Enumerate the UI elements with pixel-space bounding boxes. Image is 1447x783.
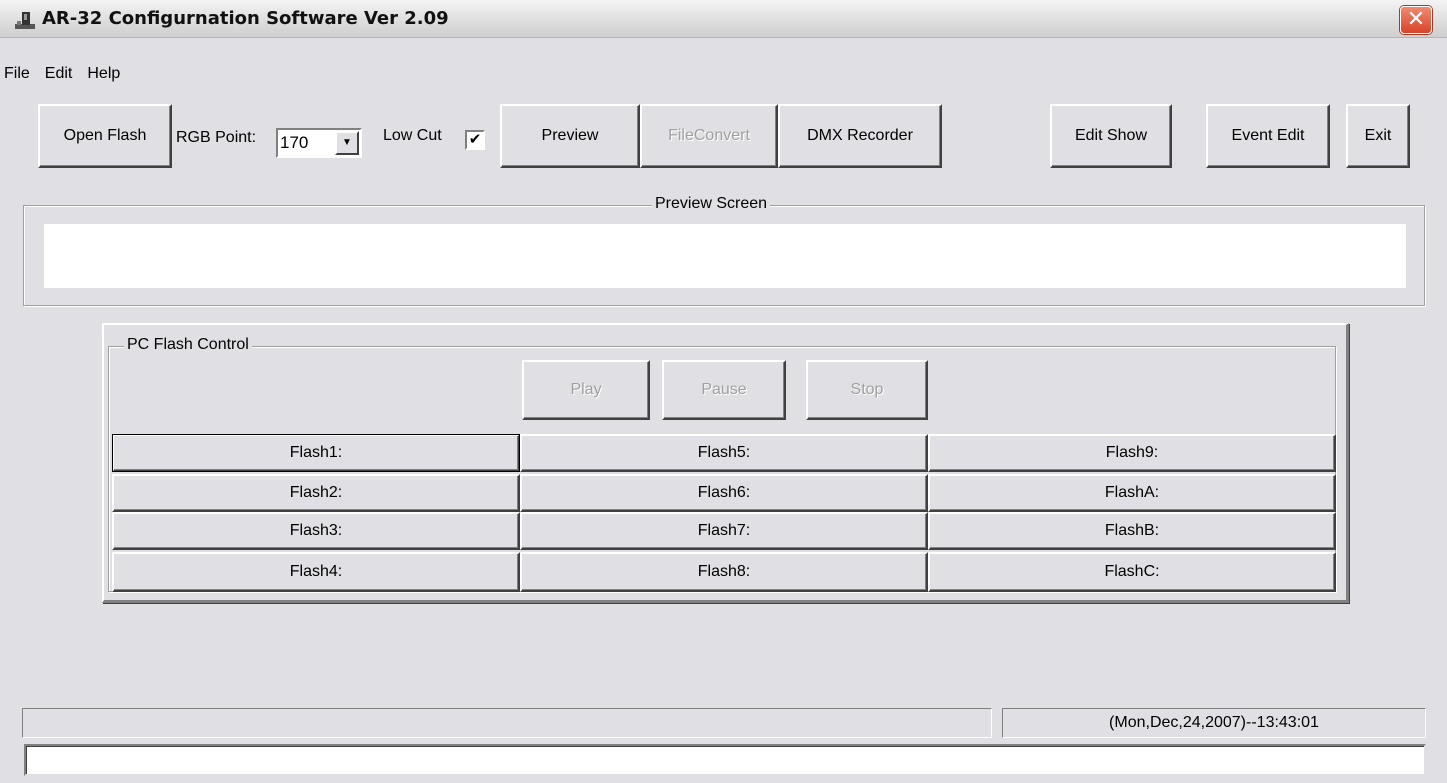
menu-file[interactable]: File [0,62,39,86]
low-cut-checkbox[interactable]: ✔ [465,130,485,150]
play-button[interactable]: Play [522,360,650,420]
status-datetime: (Mon,Dec,24,2007)--13:43:01 [1002,708,1426,738]
stop-button[interactable]: Stop [806,360,928,420]
flashb-button[interactable]: FlashB: [928,512,1336,550]
exit-button[interactable]: Exit [1346,104,1410,168]
open-flash-button[interactable]: Open Flash [38,104,172,168]
event-edit-button[interactable]: Event Edit [1206,104,1330,168]
flash2-button[interactable]: Flash2: [112,474,520,512]
check-icon: ✔ [468,131,482,148]
close-icon[interactable]: ✕ [1400,6,1432,34]
preview-screen-caption: Preview Screen [652,195,771,213]
flash7-button[interactable]: Flash7: [520,512,928,550]
flash8-button[interactable]: Flash8: [520,552,928,592]
chevron-down-icon[interactable]: ▼ [335,131,359,155]
rgb-point-select[interactable]: 170 ▼ [276,128,362,158]
title-bar[interactable]: AR-32 Configurnation Software Ver 2.09 ✕ [0,0,1447,38]
preview-button[interactable]: Preview [500,104,640,168]
status-left [22,708,992,738]
app-icon [15,12,35,29]
flash4-button[interactable]: Flash4: [112,552,520,592]
flash6-button[interactable]: Flash6: [520,474,928,512]
pause-button[interactable]: Pause [662,360,786,420]
bottom-message-field [24,744,1426,776]
flash1-button[interactable]: Flash1: [112,434,520,472]
rgb-point-label: RGB Point: [176,129,257,146]
menu-bar: File Edit Help [0,62,400,86]
low-cut-label: Low Cut [383,127,442,144]
menu-help[interactable]: Help [81,62,129,86]
flash9-button[interactable]: Flash9: [928,434,1336,472]
flash3-button[interactable]: Flash3: [112,512,520,550]
file-convert-button[interactable]: FileConvert [640,104,778,168]
edit-show-button[interactable]: Edit Show [1050,104,1172,168]
flasha-button[interactable]: FlashA: [928,474,1336,512]
preview-screen [44,224,1406,288]
dmx-recorder-button[interactable]: DMX Recorder [778,104,942,168]
menu-edit[interactable]: Edit [39,62,82,86]
window-title: AR-32 Configurnation Software Ver 2.09 [42,8,449,29]
flash5-button[interactable]: Flash5: [520,434,928,472]
rgb-point-value: 170 [280,133,309,152]
pc-flash-control-caption: PC Flash Control [124,336,252,354]
flashc-button[interactable]: FlashC: [928,552,1336,592]
